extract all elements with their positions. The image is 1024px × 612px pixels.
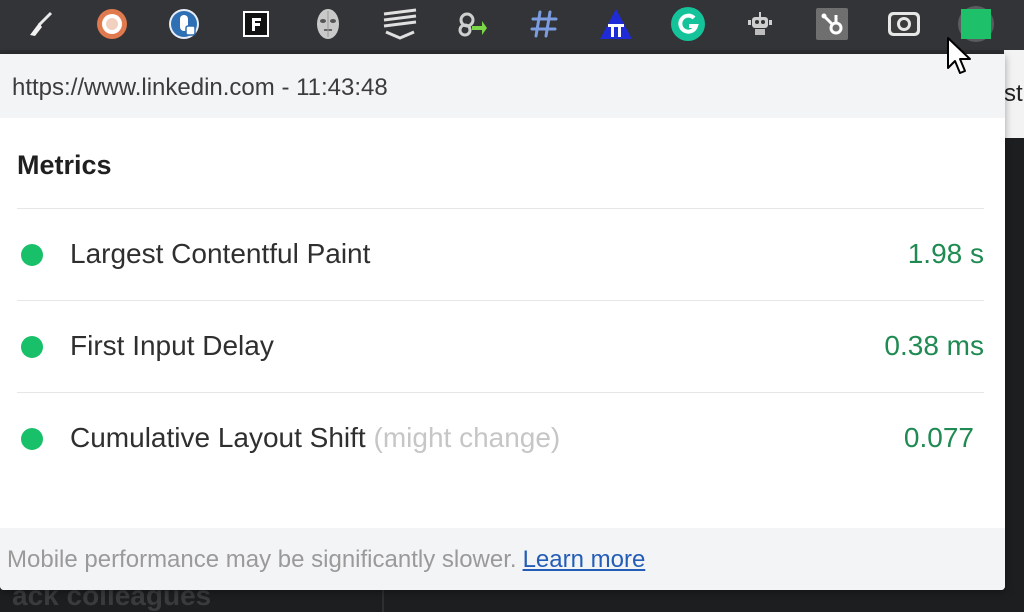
background-peek-text: st	[1004, 80, 1023, 107]
status-dot-icon	[21, 336, 43, 358]
metric-name-wrapper: Cumulative Layout Shift (might change)	[70, 422, 560, 454]
popup-header: https://www.linkedin.com - 11:43:48	[0, 54, 1005, 118]
divider	[382, 590, 384, 612]
mouse-cursor-icon	[946, 36, 974, 81]
footer-text-wrapper: Mobile performance may be significantly …	[7, 546, 645, 574]
web-vitals-popup: https://www.linkedin.com - 11:43:48 Metr…	[0, 54, 1005, 590]
hubspot-icon[interactable]	[814, 6, 850, 42]
metric-value: 0.38 ms	[884, 330, 984, 361]
page-url-timestamp: https://www.linkedin.com - 11:43:48	[12, 74, 388, 101]
popup-footer: Mobile performance may be significantly …	[0, 528, 1005, 590]
metric-row-lcp: Largest Contentful Paint 1.98 s	[0, 208, 1005, 300]
robot-icon[interactable]	[742, 6, 778, 42]
background-bottom-text: ack colleagues	[12, 590, 212, 611]
metric-value: 0.077	[903, 422, 974, 453]
hashtag-icon[interactable]	[526, 6, 562, 42]
stacked-lines-icon[interactable]	[382, 6, 418, 42]
circle-ring-icon[interactable]	[94, 6, 130, 42]
metric-row-cls: Cumulative Layout Shift (might change) 0…	[0, 392, 1005, 484]
background-page-bottom: ack colleagues	[0, 590, 1024, 612]
camera-icon[interactable]	[886, 6, 922, 42]
footer-disclaimer: Mobile performance may be significantly …	[7, 546, 517, 573]
status-dot-icon	[21, 244, 43, 266]
f-letter-icon[interactable]	[238, 6, 274, 42]
status-dot-icon	[21, 428, 43, 450]
pi-triangle-icon[interactable]	[598, 6, 634, 42]
extensions-toolbar	[0, 0, 1024, 50]
metric-name: Largest Contentful Paint	[70, 238, 371, 269]
metric-name: First Input Delay	[70, 330, 274, 361]
metric-row-fid: First Input Delay 0.38 ms	[0, 300, 1005, 392]
metric-note: (might change)	[373, 422, 561, 453]
metric-name: Cumulative Layout Shift	[70, 422, 366, 453]
face-mask-icon[interactable]	[310, 6, 346, 42]
learn-more-link[interactable]: Learn more	[523, 546, 646, 573]
metric-value: 1.98 s	[907, 238, 984, 269]
broom-icon[interactable]	[22, 6, 58, 42]
section-title: Metrics	[17, 150, 112, 180]
grammarly-g-icon[interactable]	[670, 6, 706, 42]
puzzle-arrow-icon[interactable]	[454, 6, 490, 42]
key-lock-icon[interactable]	[166, 6, 202, 42]
